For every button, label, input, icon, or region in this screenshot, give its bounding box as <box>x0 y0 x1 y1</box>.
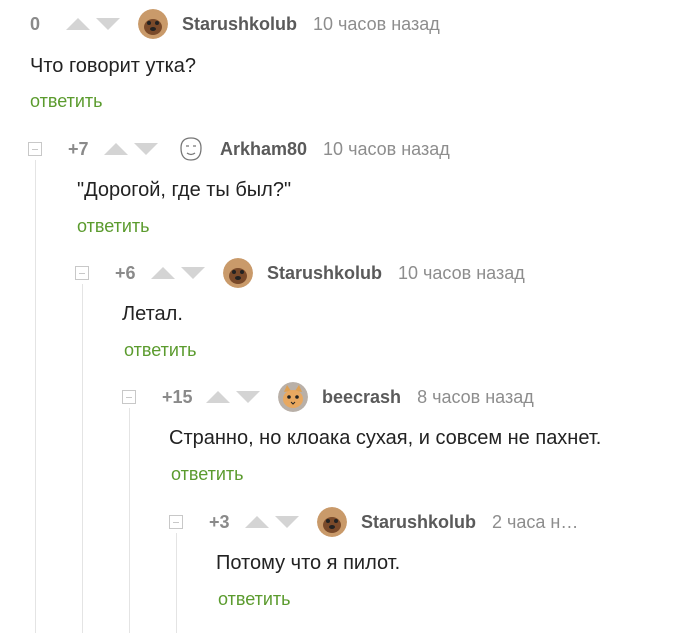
vote-arrows <box>104 143 158 155</box>
comment-header: 0 Starushkolub 10 часов назад <box>30 9 440 39</box>
reply-link[interactable]: ответить <box>171 464 244 485</box>
upvote-icon[interactable] <box>245 516 269 528</box>
comment-rating: +6 <box>115 262 136 283</box>
upvote-icon[interactable] <box>151 267 175 279</box>
upvote-icon[interactable] <box>206 391 230 403</box>
comment-header: +6 Starushkolub 10 часов назад <box>75 258 525 288</box>
comment-text: "Дорогой, где ты был?" <box>77 179 292 201</box>
comment-rating: +7 <box>68 138 89 159</box>
comment-rating: 0 <box>30 13 41 34</box>
downvote-icon[interactable] <box>181 267 205 279</box>
face-doodle-avatar[interactable] <box>176 134 206 164</box>
vote-arrows <box>151 267 205 279</box>
dog-avatar[interactable] <box>138 9 168 39</box>
comment-text: Потому что я пилот. <box>216 552 401 574</box>
thread-line <box>176 533 177 633</box>
upvote-icon[interactable] <box>104 143 128 155</box>
thread-line <box>129 408 130 633</box>
reply-link[interactable]: ответить <box>30 91 103 112</box>
reply-link[interactable]: ответить <box>124 340 197 361</box>
comment-header: +7 Arkham80 10 часов назад <box>28 134 450 164</box>
comment-text: Что говорит утка? <box>30 55 197 77</box>
collapse-button[interactable] <box>122 390 136 404</box>
comment-time[interactable]: 10 часов назад <box>323 139 450 160</box>
comment-rating: +15 <box>162 386 193 407</box>
collapse-button[interactable] <box>75 266 89 280</box>
comment-author[interactable]: Starushkolub <box>361 512 476 533</box>
vote-arrows <box>66 18 120 30</box>
comment-rating: +3 <box>209 511 230 532</box>
comment-author[interactable]: Arkham80 <box>220 139 307 160</box>
cat-avatar[interactable] <box>278 382 308 412</box>
comment-text: Летал. <box>122 303 183 325</box>
collapse-button[interactable] <box>28 142 42 156</box>
reply-link[interactable]: ответить <box>218 589 291 610</box>
thread-line <box>35 160 36 633</box>
comment-time[interactable]: 10 часов назад <box>313 14 440 35</box>
comment-time[interactable]: 10 часов назад <box>398 263 525 284</box>
dog-avatar[interactable] <box>317 507 347 537</box>
comment-header: +15 beecrash 8 часов назад <box>122 382 534 412</box>
upvote-icon[interactable] <box>66 18 90 30</box>
dog-avatar[interactable] <box>223 258 253 288</box>
downvote-icon[interactable] <box>275 516 299 528</box>
reply-link[interactable]: ответить <box>77 216 150 237</box>
downvote-icon[interactable] <box>134 143 158 155</box>
thread-line <box>82 284 83 633</box>
collapse-button[interactable] <box>169 515 183 529</box>
comment-author[interactable]: Starushkolub <box>182 14 297 35</box>
vote-arrows <box>206 391 260 403</box>
downvote-icon[interactable] <box>96 18 120 30</box>
comment-time[interactable]: 2 часа н… <box>492 512 578 533</box>
comment-time[interactable]: 8 часов назад <box>417 387 534 408</box>
downvote-icon[interactable] <box>236 391 260 403</box>
comment-author[interactable]: beecrash <box>322 387 401 408</box>
comment-author[interactable]: Starushkolub <box>267 263 382 284</box>
comment-text: Странно, но клоака сухая, и совсем не па… <box>169 427 602 449</box>
comment-header: +3 Starushkolub 2 часа н… <box>169 507 578 537</box>
vote-arrows <box>245 516 299 528</box>
